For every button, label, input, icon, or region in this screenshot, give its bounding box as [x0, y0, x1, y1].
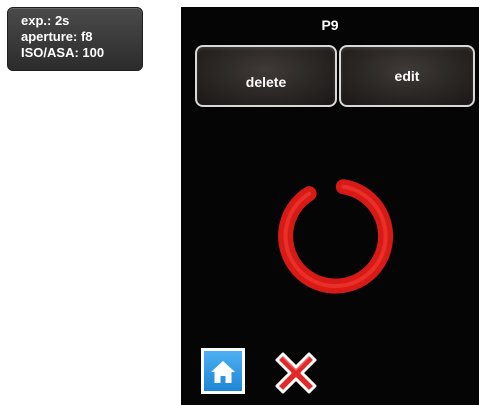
home-icon: [211, 361, 235, 383]
page-title: P9: [321, 17, 339, 33]
delete-button[interactable]: delete: [195, 45, 337, 107]
close-icon: [275, 352, 317, 394]
cancel-button[interactable]: [273, 350, 319, 396]
home-button[interactable]: [201, 348, 245, 394]
device-screen: P9 delete edit: [181, 7, 479, 405]
edit-button[interactable]: edit: [339, 45, 475, 107]
aperture-label: aperture: f8: [21, 29, 93, 44]
exposure-time-label: exp.: 2s: [21, 13, 70, 28]
exposure-info-panel: exp.: 2s aperture: f8 ISO/ASA: 100: [7, 7, 143, 71]
iso-label: ISO/ASA: 100: [21, 45, 105, 60]
loading-spinner-icon: [278, 179, 394, 294]
